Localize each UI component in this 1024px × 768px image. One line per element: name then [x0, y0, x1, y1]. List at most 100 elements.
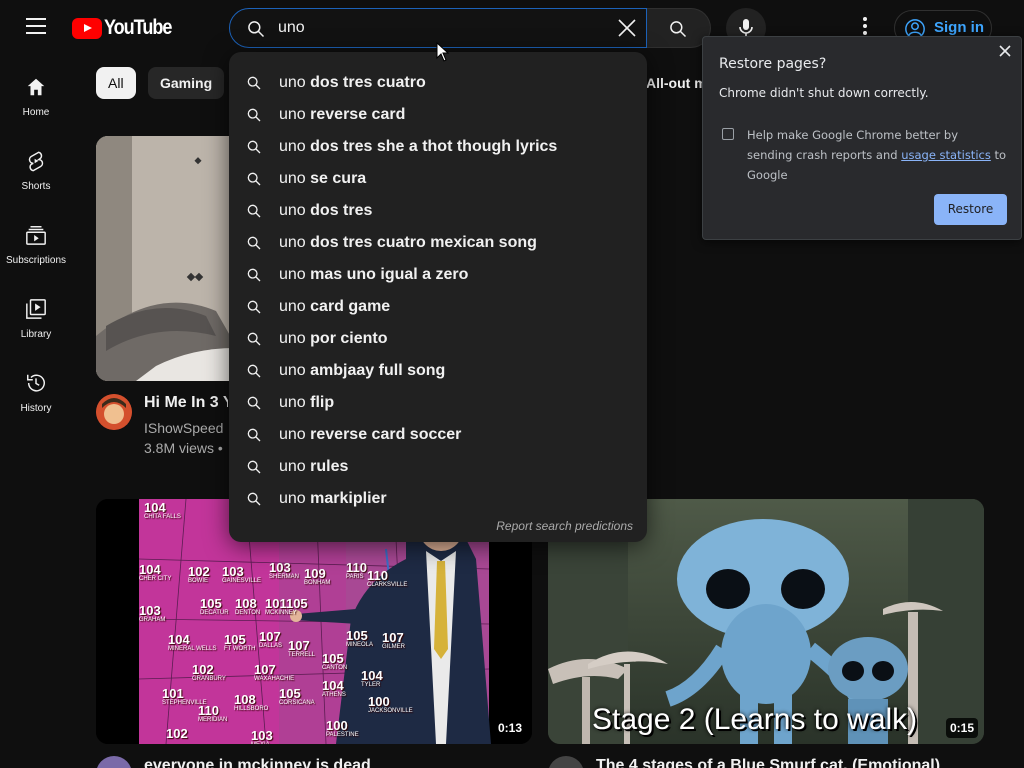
- suggestion-item[interactable]: uno por ciento: [229, 323, 647, 355]
- channel-avatar[interactable]: [96, 756, 132, 768]
- suggestion-item[interactable]: uno flip: [229, 387, 647, 419]
- suggestion-item[interactable]: uno reverse card soccer: [229, 419, 647, 451]
- weather-map-label: 110 MERIDIAN: [198, 704, 227, 723]
- city-name: CHITA FALLS: [144, 514, 181, 520]
- city-name: DECATUR: [200, 610, 229, 616]
- weather-map-label: 104 TYLER: [361, 669, 383, 688]
- city-name: MINEOLA: [346, 642, 374, 648]
- weather-map-label: 105 FT WORTH: [224, 633, 255, 652]
- suggestion-item[interactable]: uno reverse card: [229, 99, 647, 131]
- report-search-predictions-link[interactable]: Report search predictions: [496, 519, 633, 533]
- crash-report-checkbox[interactable]: [722, 128, 734, 140]
- temperature-value: 104: [322, 678, 344, 693]
- weather-map-label: 104 ATHENS: [322, 679, 346, 698]
- weather-map-label: 104 CHER CITY: [139, 563, 171, 582]
- chip-all[interactable]: All: [96, 67, 136, 99]
- temperature-value: 103: [269, 560, 291, 575]
- suggestion-text: uno se cura: [279, 170, 366, 188]
- temperature-value: 103: [139, 603, 161, 618]
- suggestion-item[interactable]: uno dos tres: [229, 195, 647, 227]
- search-input[interactable]: [278, 15, 598, 41]
- suggestion-text: uno dos tres cuatro mexican song: [279, 234, 537, 252]
- temperature-value: 103: [251, 728, 273, 743]
- city-name: GRAHAM: [139, 617, 166, 623]
- video-title[interactable]: Hi Me In 3 Y: [144, 394, 228, 412]
- temperature-value: 104: [144, 500, 166, 515]
- suggestion-item[interactable]: uno ambjaay full song: [229, 355, 647, 387]
- suggestion-prefix: uno: [279, 266, 306, 283]
- suggestion-completion: ambjaay full song: [310, 362, 446, 379]
- suggestion-text: uno mas uno igual a zero: [279, 266, 468, 284]
- weather-map-label: 103MEXIA: [251, 729, 273, 744]
- city-name: CLARKSVILLE: [367, 582, 408, 588]
- city-name: MERIDIAN: [198, 717, 228, 723]
- channel-avatar[interactable]: [96, 394, 132, 430]
- suggestion-completion: dos tres cuatro: [310, 74, 426, 91]
- suggestion-item[interactable]: uno rules: [229, 451, 647, 483]
- suggestion-completion: mas uno igual a zero: [310, 266, 469, 283]
- nav-label: Subscriptions: [5, 255, 67, 266]
- suggestion-item[interactable]: uno markiplier: [229, 483, 647, 515]
- suggestion-completion: markiplier: [310, 490, 387, 507]
- weather-map-label: 100 PALESTINE: [326, 719, 359, 738]
- city-name: GAINESVILLE: [222, 578, 262, 584]
- usage-statistics-link[interactable]: usage statistics: [901, 148, 991, 162]
- suggestion-item[interactable]: uno se cura: [229, 163, 647, 195]
- suggestion-completion: se cura: [310, 170, 367, 187]
- weather-map-label: 103 SHERMAN: [269, 561, 299, 580]
- weather-map-label: 103 GRAHAM: [139, 604, 165, 623]
- subscriptions-icon: [26, 226, 46, 245]
- city-name: GRANBURY: [192, 676, 226, 682]
- youtube-play-icon: [72, 17, 102, 39]
- search-icon: [247, 332, 261, 346]
- temperature-value: 105: [200, 596, 222, 611]
- suggestion-item[interactable]: uno card game: [229, 291, 647, 323]
- restore-dialog-message: Chrome didn't shut down correctly.: [719, 86, 929, 100]
- city-name: CANTON: [322, 665, 348, 671]
- crash-report-label: Help make Google Chrome better by sendin…: [747, 125, 1007, 185]
- suggestion-completion: flip: [310, 394, 335, 411]
- restore-button[interactable]: Restore: [934, 194, 1007, 225]
- weather-map-label: 107 WAXAHACHIE: [254, 663, 294, 682]
- video-title[interactable]: The 4 stages of a Blue Smurf cat. (Emoti…: [596, 757, 1016, 768]
- youtube-logo[interactable]: YouTube: [72, 16, 182, 39]
- suggestion-prefix: uno: [279, 394, 306, 411]
- city-name: WAXAHACHIE: [254, 676, 295, 682]
- menu-icon[interactable]: [16, 18, 56, 38]
- suggestion-text: uno reverse card soccer: [279, 426, 461, 444]
- temperature-value: 104: [168, 632, 190, 647]
- weather-map-label: 101105 MCKINNEY: [265, 597, 308, 616]
- temperature-value: 101: [162, 686, 184, 701]
- suggestion-item[interactable]: uno dos tres cuatro: [229, 67, 647, 99]
- video-channel[interactable]: IShowSpeed: [144, 420, 228, 436]
- city-name: FT WORTH: [224, 646, 256, 652]
- video-views: 3.8M views •: [144, 440, 223, 456]
- nav-item-shorts[interactable]: Shorts: [0, 130, 72, 204]
- avatar-image: [96, 394, 132, 430]
- nav-label: Library: [20, 329, 52, 340]
- suggestion-completion: dos tres: [310, 202, 373, 219]
- search-icon: [247, 204, 261, 218]
- temperature-value: 107: [259, 629, 281, 644]
- suggestion-completion: card game: [310, 298, 391, 315]
- suggestion-item[interactable]: uno mas uno igual a zero: [229, 259, 647, 291]
- nav-item-history[interactable]: History: [0, 352, 72, 426]
- suggestion-completion: por ciento: [310, 330, 388, 347]
- nav-item-home[interactable]: Home: [0, 56, 72, 130]
- close-icon[interactable]: [997, 43, 1013, 59]
- nav-item-library[interactable]: Library: [0, 278, 72, 352]
- chip-gaming[interactable]: Gaming: [148, 67, 225, 99]
- suggestion-item[interactable]: uno dos tres cuatro mexican song: [229, 227, 647, 259]
- suggestion-item[interactable]: uno dos tres she a thot though lyrics: [229, 131, 647, 163]
- temperature-value: 102: [166, 726, 188, 741]
- weather-map-label: 103 GAINESVILLE: [222, 565, 261, 584]
- nav-item-subscriptions[interactable]: Subscriptions: [0, 204, 72, 278]
- temperature-value: 109: [304, 566, 326, 581]
- weather-map-label: 102 BOWIE: [188, 565, 210, 584]
- suggestion-prefix: uno: [279, 202, 306, 219]
- video-title[interactable]: everyone in mckinney is dead: [144, 757, 371, 768]
- clear-search-icon[interactable]: [614, 15, 640, 41]
- channel-avatar[interactable]: [548, 756, 584, 768]
- history-icon: [27, 374, 45, 392]
- city-name: PALESTINE: [326, 732, 359, 738]
